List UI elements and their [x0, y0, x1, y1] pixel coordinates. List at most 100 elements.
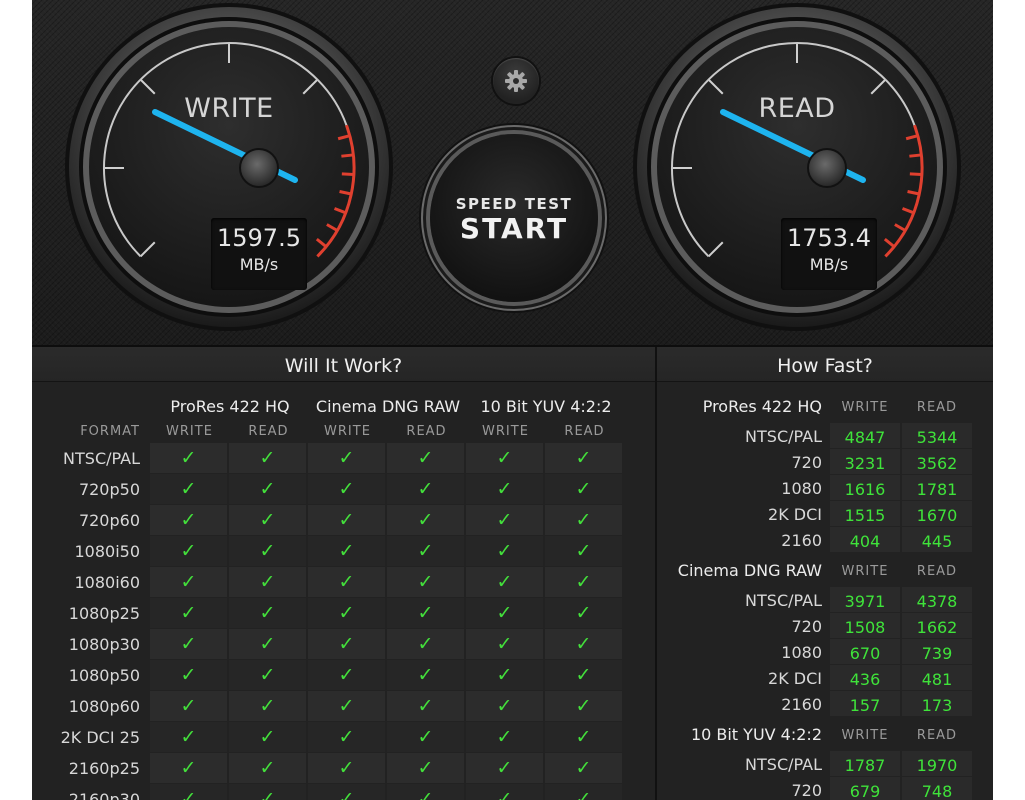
write-fps-value: 3231	[830, 449, 900, 474]
compat-cell: ✓	[466, 598, 543, 628]
check-icon: ✓	[417, 725, 434, 748]
check-icon: ✓	[575, 694, 592, 717]
compat-cell: ✓	[150, 474, 227, 504]
compat-cell: ✓	[466, 722, 543, 752]
check-icon: ✓	[180, 601, 197, 624]
compat-cell: ✓	[229, 567, 306, 597]
write-fps-value: 679	[830, 777, 900, 800]
compat-cell: ✓	[466, 753, 543, 783]
compat-cell: ✓	[150, 753, 227, 783]
format-label: 1080i60	[74, 573, 140, 592]
will-it-work-title: Will It Work?	[32, 347, 655, 382]
compat-cell: ✓	[466, 443, 543, 473]
read-speed-unit: MB/s	[809, 255, 849, 274]
speed-test-start-button[interactable]: SPEED TEST START	[430, 134, 598, 302]
compat-cell: ✓	[308, 567, 385, 597]
check-icon: ✓	[338, 477, 355, 500]
compat-cell: ✓	[545, 629, 622, 659]
check-icon: ✓	[259, 601, 276, 624]
read-speed-value: 1753.4	[787, 224, 871, 252]
format-label: 720p50	[78, 480, 140, 499]
check-icon: ✓	[259, 632, 276, 655]
compat-cell: ✓	[545, 443, 622, 473]
write-speed-unit: MB/s	[239, 255, 279, 274]
how-fast-row-label: 720	[791, 617, 822, 636]
gauge-panel: WRITE 1597.5 MB/s SPEED TEST START READ …	[32, 0, 993, 347]
check-icon: ✓	[417, 663, 434, 686]
format-label: 1080p60	[68, 697, 140, 716]
how-fast-column-write: WRITE	[841, 564, 889, 579]
check-icon: ✓	[496, 694, 513, 717]
read-fps-value: 5344	[902, 423, 972, 448]
compat-cell: ✓	[229, 629, 306, 659]
write-speed-value: 1597.5	[217, 224, 301, 252]
read-fps-value: 1662	[902, 613, 972, 638]
compat-cell: ✓	[150, 691, 227, 721]
write-fps-value: 436	[830, 665, 900, 690]
check-icon: ✓	[259, 446, 276, 469]
compat-cell: ✓	[308, 474, 385, 504]
how-fast-column-write: WRITE	[841, 728, 889, 743]
compat-cell: ✓	[545, 536, 622, 566]
how-fast-row-label: 2K DCI	[768, 669, 822, 688]
check-icon: ✓	[338, 446, 355, 469]
check-icon: ✓	[180, 477, 197, 500]
compat-cell: ✓	[150, 567, 227, 597]
check-icon: ✓	[180, 446, 197, 469]
read-fps-value: 173	[902, 691, 972, 716]
compat-cell: ✓	[466, 505, 543, 535]
how-fast-row-label: NTSC/PAL	[745, 755, 822, 774]
compat-cell: ✓	[308, 660, 385, 690]
compat-cell: ✓	[466, 784, 543, 800]
check-icon: ✓	[259, 694, 276, 717]
compat-cell: ✓	[387, 784, 464, 800]
column-header-read: READ	[564, 424, 605, 439]
codec-header: ProRes 422 HQ	[170, 397, 290, 416]
read-fps-value: 445	[902, 527, 972, 552]
check-icon: ✓	[417, 694, 434, 717]
how-fast-section-title: Cinema DNG RAW	[677, 561, 822, 580]
check-icon: ✓	[575, 756, 592, 779]
will-it-work-panel: Will It Work? ProRes 422 HQ WRITE READ Cine…	[32, 347, 655, 800]
write-fps-value: 1616	[830, 475, 900, 500]
compat-cell: ✓	[229, 474, 306, 504]
compat-cell: ✓	[466, 691, 543, 721]
compat-cell: ✓	[150, 443, 227, 473]
compat-cell: ✓	[545, 784, 622, 800]
check-icon: ✓	[338, 787, 355, 800]
compat-cell: ✓	[308, 505, 385, 535]
check-icon: ✓	[496, 477, 513, 500]
write-fps-value: 1515	[830, 501, 900, 526]
compat-cell: ✓	[308, 722, 385, 752]
format-label: 720p60	[78, 511, 140, 530]
compat-cell: ✓	[150, 722, 227, 752]
read-gauge-title: READ	[758, 93, 836, 124]
compat-cell: ✓	[229, 660, 306, 690]
gear-icon	[505, 70, 527, 92]
check-icon: ✓	[575, 477, 592, 500]
check-icon: ✓	[575, 570, 592, 593]
start-button-subtitle: SPEED TEST	[455, 195, 573, 213]
how-fast-section-title: 10 Bit YUV 4:2:2	[690, 725, 822, 744]
compat-cell: ✓	[229, 443, 306, 473]
compat-cell: ✓	[150, 505, 227, 535]
compat-cell: ✓	[308, 784, 385, 800]
check-icon: ✓	[496, 601, 513, 624]
check-icon: ✓	[417, 787, 434, 800]
check-icon: ✓	[180, 570, 197, 593]
compat-cell: ✓	[466, 474, 543, 504]
how-fast-column-read: READ	[916, 728, 958, 743]
compat-cell: ✓	[466, 567, 543, 597]
write-fps-value: 670	[830, 639, 900, 664]
read-needle-hub	[807, 148, 847, 188]
check-icon: ✓	[259, 787, 276, 800]
format-label: 1080p50	[68, 666, 140, 685]
settings-button[interactable]	[493, 58, 539, 104]
check-icon: ✓	[575, 539, 592, 562]
check-icon: ✓	[575, 446, 592, 469]
compat-cell: ✓	[308, 443, 385, 473]
check-icon: ✓	[575, 508, 592, 531]
check-icon: ✓	[575, 601, 592, 624]
check-icon: ✓	[496, 663, 513, 686]
compat-cell: ✓	[229, 505, 306, 535]
